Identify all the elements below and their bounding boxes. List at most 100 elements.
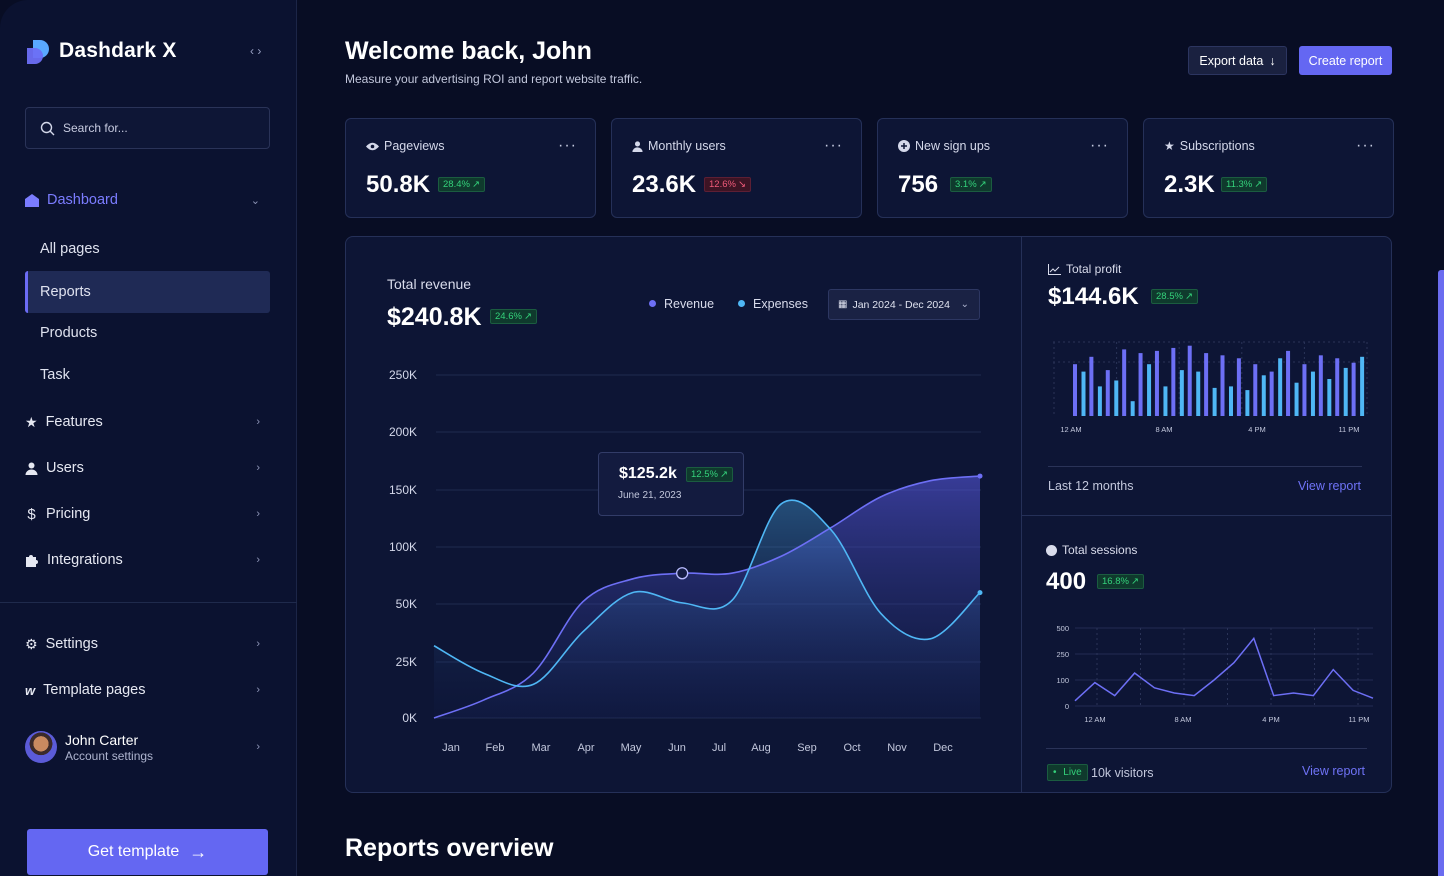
profit-bar (1261, 375, 1266, 416)
stat-label-text: Monthly users (648, 139, 726, 153)
arrow-down-icon: ↓ (1269, 53, 1276, 68)
profit-bar (1253, 364, 1258, 416)
eye-icon (366, 142, 379, 150)
x-tick-label: 12 AM (1060, 425, 1081, 434)
change-value: 11.3% (1226, 179, 1253, 190)
nav-features[interactable]: ★ Features › (25, 412, 260, 432)
stat-label-text: Subscriptions (1179, 139, 1255, 153)
profit-view-report-link[interactable]: View report (1298, 479, 1361, 493)
more-icon[interactable]: ··· (824, 137, 843, 155)
sessions-line-chart: 500 250 100 0 12 AM 8 AM 4 PM 11 PM (1056, 624, 1374, 724)
change-badge: 3.1% ↗ (950, 177, 992, 192)
sessions-label: Total sessions (1046, 543, 1137, 557)
user-name: John Carter (65, 731, 139, 748)
profit-bar (1318, 355, 1323, 416)
divider (1048, 466, 1362, 467)
x-tick-label: 8 AM (1155, 425, 1172, 434)
live-badge: • Live (1047, 764, 1088, 781)
nav-integrations-label: Integrations (47, 552, 123, 568)
user-subtitle: Account settings (65, 748, 154, 763)
stat-label: Monthly users (632, 139, 726, 153)
x-tick-label: 12 AM (1084, 715, 1105, 724)
profit-bar (1081, 371, 1086, 416)
tooltip-date: June 21, 2023 (618, 490, 682, 501)
user-icon (25, 462, 38, 475)
y-tick-label: 100 (1056, 676, 1069, 685)
more-icon[interactable]: ··· (1090, 137, 1109, 155)
stat-card-new-sign-ups: New sign ups ··· 756 3.1% ↗ (877, 118, 1128, 218)
profit-footer: Last 12 months (1048, 479, 1134, 493)
stat-card-subscriptions: ★ Subscriptions ··· 2.3K 11.3% ↗ (1143, 118, 1394, 218)
nav-pricing-label: Pricing (46, 506, 91, 522)
user-icon (632, 140, 643, 152)
arrow-down-right-icon: ↘ (737, 179, 746, 190)
chevron-down-icon: ⌄ (250, 194, 260, 207)
plus-circle-icon (898, 140, 910, 152)
star-icon: ★ (25, 413, 38, 430)
arrow-right-icon: → (189, 841, 208, 862)
stat-card-monthly-users: Monthly users ··· 23.6K 12.6% ↘ (611, 118, 862, 218)
sub-item-reports[interactable]: Reports (25, 271, 270, 313)
profit-bar (1130, 401, 1135, 416)
change-value: 16.8% (1102, 576, 1129, 587)
search-icon (40, 121, 55, 135)
chevron-right-icon: › (256, 638, 260, 650)
profit-bar (1122, 349, 1127, 416)
chevron-right-icon: › (256, 741, 260, 753)
x-tick-label: 11 PM (1338, 425, 1359, 434)
search-field[interactable]: Search for... (25, 107, 270, 149)
sub-item-all-pages[interactable]: All pages (25, 228, 270, 270)
nav-template-pages[interactable]: w Template pages › (25, 680, 260, 700)
y-tick-label: 250 (1056, 650, 1069, 659)
webflow-icon: w (25, 682, 36, 698)
profit-bar (1229, 386, 1233, 416)
profit-bar (1360, 356, 1365, 416)
sub-item-products[interactable]: Products (25, 312, 270, 354)
nav-pricing[interactable]: $ Pricing › (25, 504, 260, 524)
search-placeholder: Search for... (63, 121, 128, 135)
profit-bar (1245, 390, 1250, 416)
arrow-up-right-icon: ↗ (978, 179, 987, 190)
more-icon[interactable]: ··· (1356, 137, 1375, 155)
reports-overview-heading: Reports overview (345, 834, 554, 862)
export-label: Export data (1199, 53, 1264, 68)
change-value: 12.5% (691, 469, 718, 480)
get-template-button[interactable]: Get template → (27, 829, 268, 875)
sub-item-task[interactable]: Task (25, 354, 270, 396)
expenses-endpoint (977, 590, 983, 596)
create-report-button[interactable]: Create report (1299, 46, 1392, 75)
hover-point[interactable] (676, 567, 689, 580)
nav-settings[interactable]: ⚙ Settings › (25, 634, 260, 654)
y-tick-label: 500 (1056, 624, 1069, 633)
trend-icon (1048, 263, 1061, 275)
get-template-label: Get template (87, 843, 180, 860)
profit-bar (1154, 350, 1159, 416)
nav-dashboard[interactable]: Dashboard ⌄ (25, 190, 260, 210)
brand-name: Dashdark X (59, 39, 177, 62)
more-icon[interactable]: ··· (558, 137, 577, 155)
stat-card-pageviews: Pageviews ··· 50.8K 28.4% ↗ (345, 118, 596, 218)
nav-users[interactable]: Users › (25, 458, 260, 478)
profit-bar (1302, 364, 1307, 416)
arrow-up-right-icon: ↗ (1184, 291, 1193, 302)
profit-bar (1196, 371, 1201, 416)
profit-bar (1163, 386, 1168, 416)
change-value: 12.6% (709, 179, 736, 190)
profit-bar (1089, 356, 1094, 416)
change-badge: 28.4% ↗ (438, 177, 485, 192)
profit-bar (1286, 350, 1291, 416)
revenue-endpoint (977, 473, 983, 479)
nav-integrations[interactable]: Integrations › (25, 550, 260, 570)
profit-label-text: Total profit (1066, 262, 1122, 276)
export-data-button[interactable]: Export data ↓ (1188, 46, 1287, 75)
account-settings[interactable]: John Carter Account settings › (25, 731, 260, 763)
profit-bar (1335, 358, 1340, 416)
brand[interactable]: Dashdark X (25, 38, 177, 64)
home-icon (25, 193, 39, 207)
scrollbar[interactable] (1438, 270, 1444, 876)
change-badge: 28.5% ↗ (1151, 289, 1198, 304)
chart-tooltip: $125.2k 12.5% ↗ June 21, 2023 (598, 452, 744, 516)
sessions-view-report-link[interactable]: View report (1302, 764, 1365, 778)
profit-bar (1269, 371, 1274, 416)
collapse-sidebar-icon[interactable]: ‹ › (250, 44, 261, 58)
